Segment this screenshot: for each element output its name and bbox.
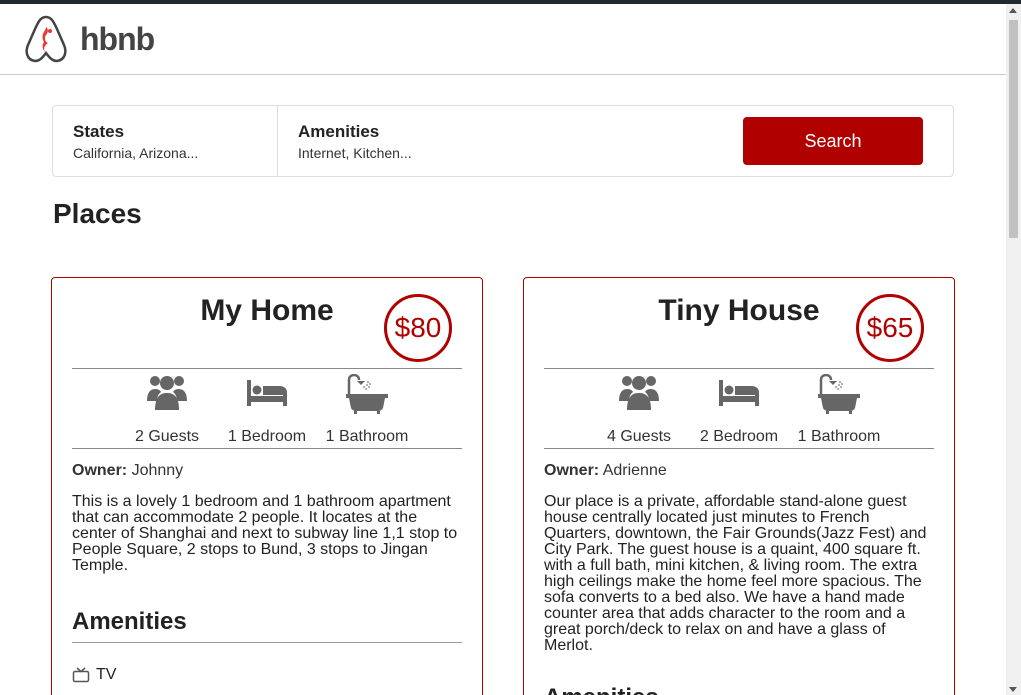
amenity-label: TV [96, 666, 117, 683]
bathtub-icon [346, 374, 388, 414]
place-card: Tiny House $65 4 Guests 2 Bedroom 1 Bath… [523, 277, 955, 695]
users-icon [147, 376, 187, 410]
search-button[interactable]: Search [743, 117, 923, 165]
bathtub-icon [818, 374, 860, 414]
place-card: My Home $80 2 Guests 1 Bedroom 1 Bathroo… [51, 277, 483, 695]
bed-icon [247, 380, 287, 406]
states-filter-selection: California, Arizona... [73, 145, 199, 161]
search-filters: States California, Arizona... Amenities … [52, 105, 954, 177]
bedrooms-info: 2 Bedroom [689, 374, 789, 446]
page-scrollbar[interactable] [1006, 4, 1021, 695]
bedrooms-label: 2 Bedroom [699, 428, 779, 445]
card-divider [72, 368, 462, 369]
guests-info: 2 Guests [117, 374, 217, 446]
place-description: This is a lovely 1 bedroom and 1 bathroo… [72, 493, 458, 574]
owner-label: Owner: [544, 462, 600, 479]
owner-line: Owner: Johnny [72, 462, 183, 480]
place-description: Our place is a private, affordable stand… [544, 493, 927, 654]
places-heading: Places [53, 198, 142, 229]
bathrooms-info: 1 Bathroom [317, 374, 417, 446]
price-badge: $80 [384, 294, 452, 362]
amenities-divider [72, 642, 462, 643]
bedrooms-info: 1 Bedroom [217, 374, 317, 446]
users-icon [619, 376, 659, 410]
bed-icon [719, 380, 759, 406]
owner-line: Owner: Adrienne [544, 462, 667, 480]
amenities-filter[interactable]: Amenities Internet, Kitchen... [278, 106, 718, 176]
amenities-filter-selection: Internet, Kitchen... [298, 145, 412, 161]
price-badge: $65 [856, 294, 924, 362]
card-divider [544, 368, 934, 369]
scroll-up-arrow-icon[interactable] [1009, 8, 1017, 13]
site-header: hbnb [0, 4, 1006, 75]
page-viewport: hbnb States California, Arizona... Ameni… [0, 4, 1006, 695]
amenity-item: TV [72, 666, 116, 684]
logo-wordmark: hbnb [80, 20, 155, 57]
amenities-heading: Amenities [72, 608, 187, 635]
amenities-heading: Amenities [544, 684, 659, 695]
scrollbar-thumb[interactable] [1009, 20, 1018, 238]
card-divider [72, 448, 462, 449]
states-filter[interactable]: States California, Arizona... [53, 106, 278, 176]
guests-info: 4 Guests [589, 374, 689, 446]
guests-label: 4 Guests [606, 428, 672, 445]
site-logo[interactable]: hbnb [24, 15, 155, 63]
card-divider [544, 448, 934, 449]
bathrooms-label: 1 Bathroom [797, 428, 881, 445]
bedrooms-label: 1 Bedroom [227, 428, 307, 445]
airbnb-logo-icon [25, 15, 67, 63]
bathrooms-info: 1 Bathroom [789, 374, 889, 446]
owner-label: Owner: [72, 462, 128, 479]
guests-label: 2 Guests [134, 428, 200, 445]
tv-icon [72, 667, 90, 683]
scroll-down-arrow-icon[interactable] [1009, 687, 1017, 692]
owner-name: Johnny [131, 462, 184, 479]
states-filter-title: States [73, 122, 125, 141]
owner-name: Adrienne [602, 462, 667, 479]
amenities-filter-title: Amenities [298, 122, 380, 141]
bathrooms-label: 1 Bathroom [325, 428, 409, 445]
